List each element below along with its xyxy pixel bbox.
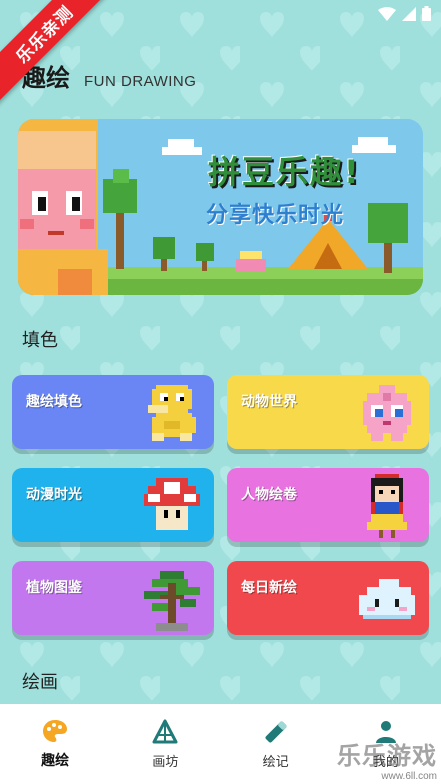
palette-icon [43, 720, 68, 742]
nav-tab-drawing-notes[interactable]: 绘记 [221, 704, 331, 784]
card-daily-new[interactable]: 每日新绘 [227, 561, 429, 635]
card-label: 每日新绘 [241, 580, 297, 596]
card-plant-guide[interactable]: 植物图鉴 [12, 561, 214, 635]
section-title-color-fill: 填色 [22, 330, 58, 351]
princess-pixel-icon [367, 474, 407, 538]
card-people-scroll[interactable]: 人物绘卷 [227, 468, 429, 542]
promo-banner[interactable]: 拼豆乐趣! 分享快乐时光 [18, 119, 423, 295]
mushroom-pixel-icon [144, 478, 200, 530]
watermark-url: www.6ll.com [381, 771, 437, 782]
nav-label: 趣绘 [41, 753, 70, 769]
cloud-pixel-icon [359, 579, 415, 619]
pencil-eraser-icon [265, 721, 287, 742]
card-animal-world[interactable]: 动物世界 [227, 375, 429, 449]
card-fun-fill[interactable]: 趣绘填色 [12, 375, 214, 449]
battery-icon [422, 6, 431, 21]
card-label: 人物绘卷 [241, 487, 297, 503]
nav-tab-workshop[interactable]: 画坊 [110, 704, 220, 784]
page-subtitle: FUN DRAWING [84, 73, 197, 90]
card-label: 动漫时光 [26, 487, 82, 503]
bonsai-tree-pixel-icon [144, 571, 200, 631]
banner-headline: 拼豆乐趣! [208, 153, 361, 191]
wifi-icon [378, 6, 396, 21]
site-watermark: 乐乐游戏 www.6ll.com [337, 736, 437, 782]
nav-label: 绘记 [262, 754, 289, 770]
banner-tagline: 分享快乐时光 [206, 203, 345, 228]
watermark-brand: 乐乐游戏 [337, 742, 437, 770]
triangle-workshop-icon [152, 719, 178, 743]
card-anime-time[interactable]: 动漫时光 [12, 468, 214, 542]
section-title-drawing: 绘画 [22, 672, 58, 693]
nav-tab-fun-drawing[interactable]: 趣绘 [0, 704, 110, 784]
duck-pixel-icon [148, 385, 196, 441]
card-label: 植物图鉴 [26, 580, 82, 596]
signal-icon [402, 6, 416, 21]
card-label: 趣绘填色 [26, 394, 82, 410]
pink-balloon-creature-pixel-icon [363, 385, 411, 441]
card-label: 动物世界 [241, 394, 297, 410]
app-header: 趣绘 FUN DRAWING [22, 58, 196, 93]
nav-label: 画坊 [152, 754, 179, 770]
